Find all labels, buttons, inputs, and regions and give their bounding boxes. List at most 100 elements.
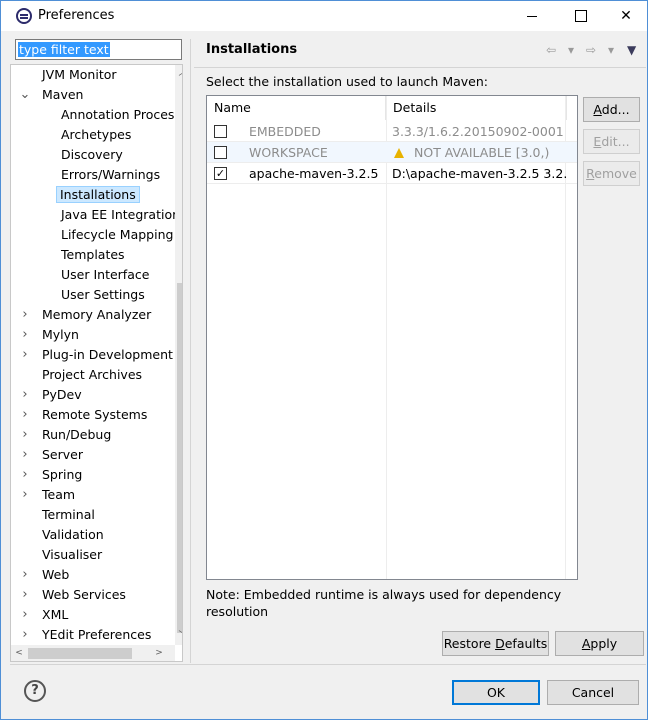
hscroll-thumb[interactable] xyxy=(28,648,132,659)
back-dropdown-icon[interactable]: ▾ xyxy=(568,43,574,57)
cancel-button[interactable]: Cancel xyxy=(547,680,639,705)
tree-item[interactable]: › Plug-in Development xyxy=(19,345,178,365)
chevron-right-icon[interactable]: › xyxy=(19,405,31,425)
tree-item-label: Spring xyxy=(42,467,83,482)
checkbox[interactable] xyxy=(214,146,227,159)
scroll-right-icon[interactable]: > xyxy=(151,645,167,661)
tree-item-label: Annotation Proces xyxy=(61,107,175,122)
tree-item[interactable]: JVM Monitor xyxy=(19,65,122,85)
tree-item[interactable]: › Mylyn xyxy=(19,325,84,345)
forward-dropdown-icon[interactable]: ▾ xyxy=(608,43,614,57)
tree-item-label: User Settings xyxy=(61,287,145,302)
installation-name: EMBEDDED xyxy=(249,124,321,139)
eclipse-icon xyxy=(16,8,32,24)
warning-icon xyxy=(394,148,404,158)
tree-item[interactable]: › PyDev xyxy=(19,385,87,405)
tree-item[interactable]: › Team xyxy=(19,485,80,505)
tree-item[interactable]: User Interface xyxy=(38,265,154,285)
tree-item[interactable]: Java EE Integratior xyxy=(38,205,182,225)
scroll-up-icon[interactable]: ︿ xyxy=(175,65,182,81)
table-row[interactable]: ✓ apache-maven-3.2.5 D:\apache-maven-3.2.5… xyxy=(207,163,577,184)
scroll-left-icon[interactable]: < xyxy=(11,645,27,661)
tree-item-label: Installations xyxy=(56,186,140,203)
column-header-name[interactable]: Name xyxy=(207,96,386,120)
tree-item[interactable]: Annotation Proces xyxy=(38,105,179,125)
help-icon[interactable]: ? xyxy=(24,680,46,702)
back-arrow-icon[interactable]: ⇦ xyxy=(546,43,556,57)
tree-item[interactable]: Errors/Warnings xyxy=(38,165,165,185)
chevron-right-icon[interactable]: › xyxy=(19,385,31,405)
ok-button[interactable]: OK xyxy=(452,680,540,705)
tree-item[interactable]: ⌄ Maven xyxy=(19,85,88,105)
tree-vertical-scrollbar[interactable]: ︿ ﹀ xyxy=(175,65,182,645)
view-menu-icon[interactable]: ▼ xyxy=(627,43,636,57)
tree-item[interactable]: › Memory Analyzer xyxy=(19,305,156,325)
chevron-right-icon[interactable]: › xyxy=(19,345,31,365)
table-row[interactable]: WORKSPACE NOT AVAILABLE [3.0,) xyxy=(207,142,577,163)
footer-divider xyxy=(10,664,646,665)
checkbox[interactable] xyxy=(214,125,227,138)
tree-item[interactable]: › Run/Debug xyxy=(19,425,116,445)
tree-item[interactable]: Validation xyxy=(19,525,109,545)
remove-button[interactable]: Remove xyxy=(583,161,640,186)
checkbox-checked[interactable]: ✓ xyxy=(214,167,227,180)
tree-item[interactable]: Terminal xyxy=(19,505,100,525)
tree-horizontal-scrollbar[interactable]: < > xyxy=(11,645,175,661)
installations-table[interactable]: Name Details EMBEDDED 3.3.3/1.6.2.2015090… xyxy=(206,95,578,580)
preference-tree[interactable]: JVM Monitor ⌄ Maven Annotation Proces Archet… xyxy=(10,64,183,662)
close-button[interactable]: ✕ xyxy=(603,1,649,31)
tree-item[interactable]: Archetypes xyxy=(38,125,136,145)
chevron-down-icon[interactable]: ⌄ xyxy=(19,85,31,105)
chevron-right-icon[interactable]: › xyxy=(19,325,31,345)
installation-details: D:\apache-maven-3.2.5 3.2.5 xyxy=(392,163,567,184)
tree-item[interactable]: › XML xyxy=(19,605,73,625)
tree-item-label: User Interface xyxy=(61,267,150,282)
embedded-note: Note: Embedded runtime is always used fo… xyxy=(206,587,562,619)
tree-item-label: PyDev xyxy=(42,387,82,402)
maximize-button[interactable] xyxy=(557,1,603,31)
scroll-down-icon[interactable]: ﹀ xyxy=(175,628,182,644)
tree-item[interactable]: › Web Services xyxy=(19,585,131,605)
tree-item-label: Run/Debug xyxy=(42,427,112,442)
table-row[interactable]: EMBEDDED 3.3.3/1.6.2.20150902-0001 xyxy=(207,121,577,142)
chevron-right-icon[interactable]: › xyxy=(19,625,31,645)
tree-item[interactable]: › Server xyxy=(19,445,88,465)
tree-item[interactable]: › Web xyxy=(19,565,74,585)
tree-item[interactable]: Visualiser xyxy=(19,545,107,565)
tree-item[interactable]: Project Archives xyxy=(19,365,147,385)
edit-button[interactable]: Edit... xyxy=(583,129,640,154)
installation-name: WORKSPACE xyxy=(249,145,328,160)
tree-item[interactable]: Lifecycle Mapping xyxy=(38,225,178,245)
apply-button[interactable]: Apply xyxy=(555,631,644,656)
tree-item-label: Web Services xyxy=(42,587,126,602)
details-text: 3.3.3/1.6.2.20150902-0001 xyxy=(392,124,564,139)
chevron-right-icon[interactable]: › xyxy=(19,565,31,585)
column-header-details[interactable]: Details xyxy=(386,96,567,120)
chevron-right-icon[interactable]: › xyxy=(19,465,31,485)
add-button[interactable]: Add... xyxy=(583,97,640,122)
tree-item[interactable]: › YEdit Preferences xyxy=(19,625,156,645)
chevron-right-icon[interactable]: › xyxy=(19,485,31,505)
chevron-right-icon[interactable]: › xyxy=(19,445,31,465)
filter-input[interactable]: type filter text xyxy=(15,39,182,60)
tree-item[interactable]: User Settings xyxy=(38,285,150,305)
chevron-right-icon[interactable]: › xyxy=(19,605,31,625)
chevron-right-icon[interactable]: › xyxy=(19,585,31,605)
panel-divider[interactable] xyxy=(190,39,191,663)
tree-item[interactable]: Installations xyxy=(38,185,140,205)
tree-item-label: Memory Analyzer xyxy=(42,307,152,322)
chevron-right-icon[interactable]: › xyxy=(19,305,31,325)
scroll-thumb[interactable] xyxy=(177,283,182,633)
tree-item[interactable]: Templates xyxy=(38,245,130,265)
tree-item[interactable]: › Spring xyxy=(19,465,87,485)
tree-item-label: Terminal xyxy=(42,507,95,522)
tree-item-label: Validation xyxy=(42,527,104,542)
tree-item-label: Server xyxy=(42,447,83,462)
restore-defaults-button[interactable]: Restore Defaults xyxy=(442,631,549,656)
tree-item[interactable]: › Remote Systems xyxy=(19,405,152,425)
chevron-right-icon[interactable]: › xyxy=(19,425,31,445)
minimize-button[interactable] xyxy=(509,1,555,31)
tree-item-label: Maven xyxy=(42,87,84,102)
forward-arrow-icon[interactable]: ⇨ xyxy=(586,43,596,57)
tree-item[interactable]: Discovery xyxy=(38,145,128,165)
